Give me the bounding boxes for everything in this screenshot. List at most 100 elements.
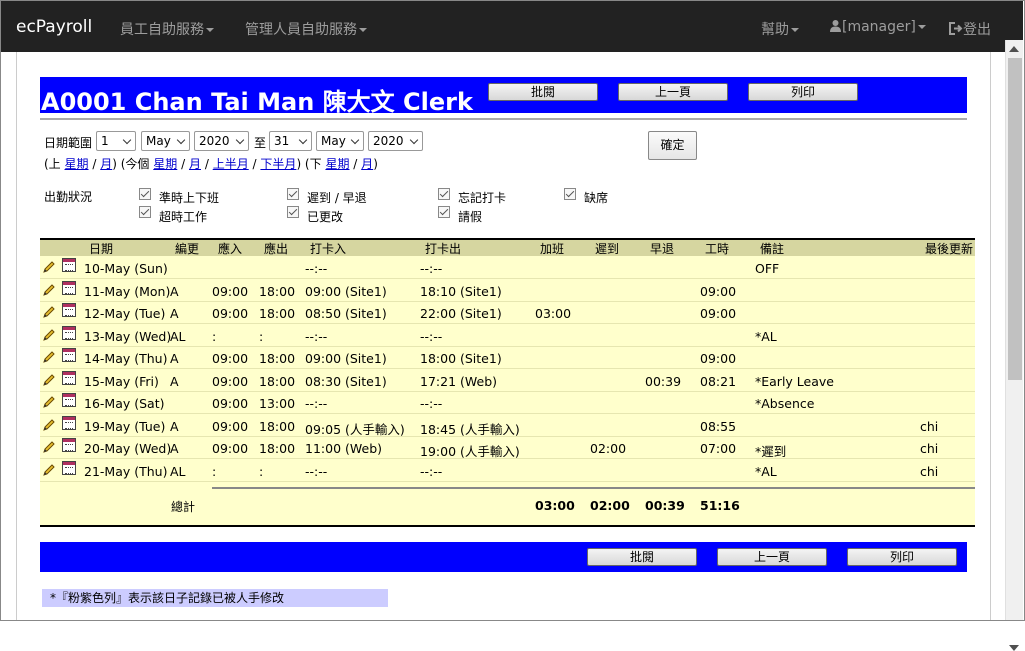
date-cell: 13-May (Wed) bbox=[84, 328, 172, 344]
edit-pencil-icon[interactable] bbox=[42, 283, 56, 297]
scheduled-in-cell: 09:00 bbox=[212, 441, 249, 456]
edit-pencil-icon[interactable] bbox=[42, 328, 56, 342]
clock-in-cell: --:-- bbox=[305, 463, 328, 479]
clock-out-cell: 19:00 (人手輸入) bbox=[420, 444, 520, 459]
prev-week-link[interactable]: 星期 bbox=[65, 157, 89, 171]
previous-page-button-bottom[interactable]: 上一頁 bbox=[717, 548, 827, 566]
clock-out-cell: 18:10 (Site1) bbox=[420, 283, 502, 299]
logout-icon bbox=[949, 22, 963, 35]
shift-cell: A bbox=[170, 373, 179, 389]
previous-page-button[interactable]: 上一頁 bbox=[618, 83, 728, 101]
container-border-right bbox=[990, 52, 991, 621]
calendar-icon[interactable] bbox=[62, 303, 76, 317]
next-week-link[interactable]: 星期 bbox=[325, 157, 349, 171]
from-year-select[interactable]: 2020 bbox=[194, 131, 249, 151]
caret-down-icon bbox=[359, 28, 367, 32]
leave-checkbox[interactable] bbox=[438, 206, 450, 218]
edit-pencil-icon[interactable] bbox=[42, 373, 56, 387]
remark-cell: *AL bbox=[755, 463, 777, 479]
help-menu[interactable]: 幫助 bbox=[761, 19, 799, 39]
total-work-hours: 51:16 bbox=[700, 498, 740, 513]
scroll-up-arrow-icon[interactable] bbox=[1009, 46, 1019, 52]
to-year-select[interactable]: 2020 bbox=[368, 131, 423, 151]
confirm-button[interactable]: 確定 bbox=[648, 131, 697, 160]
chevron-down-icon bbox=[298, 135, 308, 145]
on-time-checkbox[interactable] bbox=[139, 188, 151, 200]
modified-label: 已更改 bbox=[307, 210, 344, 224]
edit-pencil-icon[interactable] bbox=[42, 350, 56, 364]
edit-pencil-icon[interactable] bbox=[42, 418, 56, 432]
calendar-icon[interactable] bbox=[62, 348, 76, 362]
employee-self-service-menu[interactable]: 員工自助服務 bbox=[120, 19, 214, 39]
scheduled-in-cell: 09:00 bbox=[212, 373, 249, 389]
this-month-link[interactable]: 月 bbox=[189, 157, 201, 171]
calendar-icon[interactable] bbox=[62, 325, 76, 340]
clock-in-cell: 09:00 (Site1) bbox=[305, 351, 387, 366]
calendar-icon[interactable] bbox=[62, 460, 76, 475]
manager-menu-label: 管理人員自助服務 bbox=[245, 22, 357, 38]
brand-logo[interactable]: ecPayroll bbox=[16, 17, 92, 37]
remark-cell: OFF bbox=[755, 261, 780, 276]
next-month-link[interactable]: 月 bbox=[361, 157, 373, 171]
first-half-month-link[interactable]: 上半月 bbox=[213, 157, 249, 171]
col-early-leave-header: 早退 bbox=[650, 242, 675, 256]
late-early-checkbox[interactable] bbox=[287, 188, 299, 200]
scheduled-in-cell: : bbox=[212, 328, 217, 344]
print-button-bottom[interactable]: 列印 bbox=[847, 548, 957, 566]
to-month-select[interactable]: May bbox=[316, 131, 364, 151]
total-late: 02:00 bbox=[590, 498, 630, 513]
logout-link[interactable]: 登出 bbox=[949, 19, 991, 39]
date-range-label: 日期範圍 bbox=[44, 136, 93, 150]
edit-pencil-icon[interactable] bbox=[42, 395, 56, 409]
scheduled-out-cell: : bbox=[259, 463, 264, 479]
from-month-value: May bbox=[146, 134, 171, 148]
modified-checkbox[interactable] bbox=[287, 206, 299, 218]
user-icon bbox=[830, 20, 841, 32]
user-menu[interactable]: [manager] bbox=[829, 19, 926, 35]
chevron-down-icon bbox=[409, 135, 419, 145]
calendar-icon[interactable] bbox=[62, 370, 76, 385]
approve-button[interactable]: 批閱 bbox=[488, 83, 598, 101]
scheduled-in-cell: 09:00 bbox=[212, 418, 249, 434]
calendar-icon[interactable] bbox=[62, 280, 76, 295]
date-cell: 12-May (Tue) bbox=[84, 306, 166, 321]
overtime-checkbox[interactable] bbox=[139, 206, 151, 218]
vertical-scrollbar[interactable] bbox=[1005, 40, 1023, 651]
from-day-select[interactable]: 1 bbox=[96, 131, 136, 151]
missed-punch-checkbox[interactable] bbox=[438, 188, 450, 200]
shift-cell: A bbox=[170, 418, 179, 434]
scheduled-out-cell: 18:00 bbox=[259, 306, 296, 321]
scrollbar-thumb[interactable] bbox=[1008, 58, 1022, 380]
edit-pencil-icon[interactable] bbox=[42, 440, 56, 454]
this-week-link[interactable]: 星期 bbox=[153, 157, 177, 171]
edit-pencil-icon[interactable] bbox=[42, 260, 56, 274]
table-row: 10-May (Sun) --:-- --:-- OFF bbox=[40, 257, 975, 279]
on-time-label: 準時上下班 bbox=[159, 191, 220, 205]
manager-self-service-menu[interactable]: 管理人員自助服務 bbox=[245, 19, 367, 39]
approve-button-bottom[interactable]: 批閱 bbox=[587, 548, 697, 566]
print-button[interactable]: 列印 bbox=[748, 83, 858, 101]
from-month-select[interactable]: May bbox=[141, 131, 190, 151]
separator: / bbox=[204, 157, 209, 171]
edit-pencil-icon[interactable] bbox=[42, 463, 56, 477]
second-half-month-link[interactable]: 下半月 bbox=[260, 157, 296, 171]
scroll-down-arrow-icon[interactable] bbox=[1009, 645, 1019, 651]
to-day-select[interactable]: 31 bbox=[269, 131, 312, 151]
edit-pencil-icon[interactable] bbox=[42, 305, 56, 319]
calendar-icon[interactable] bbox=[62, 415, 76, 430]
clock-in-cell: 08:30 (Site1) bbox=[305, 373, 387, 389]
calendar-icon[interactable] bbox=[62, 438, 76, 452]
calendar-icon[interactable] bbox=[62, 393, 76, 407]
prev-month-link[interactable]: 月 bbox=[100, 157, 112, 171]
calendar-icon[interactable] bbox=[62, 258, 76, 272]
last-updated-cell: chi bbox=[920, 463, 939, 479]
table-row: 15-May (Fri) A 09:00 18:00 08:30 (Site1) 17:2… bbox=[40, 370, 975, 392]
separator: / bbox=[353, 157, 358, 171]
clock-out-cell: 18:45 (人手輸入) bbox=[420, 421, 520, 437]
col-remarks-header: 備註 bbox=[760, 242, 785, 256]
shift-cell: A bbox=[170, 441, 179, 456]
overtime-label: 超時工作 bbox=[159, 210, 208, 224]
logout-label: 登出 bbox=[963, 22, 991, 38]
absent-checkbox[interactable] bbox=[564, 188, 576, 200]
remark-cell: *AL bbox=[755, 328, 777, 344]
